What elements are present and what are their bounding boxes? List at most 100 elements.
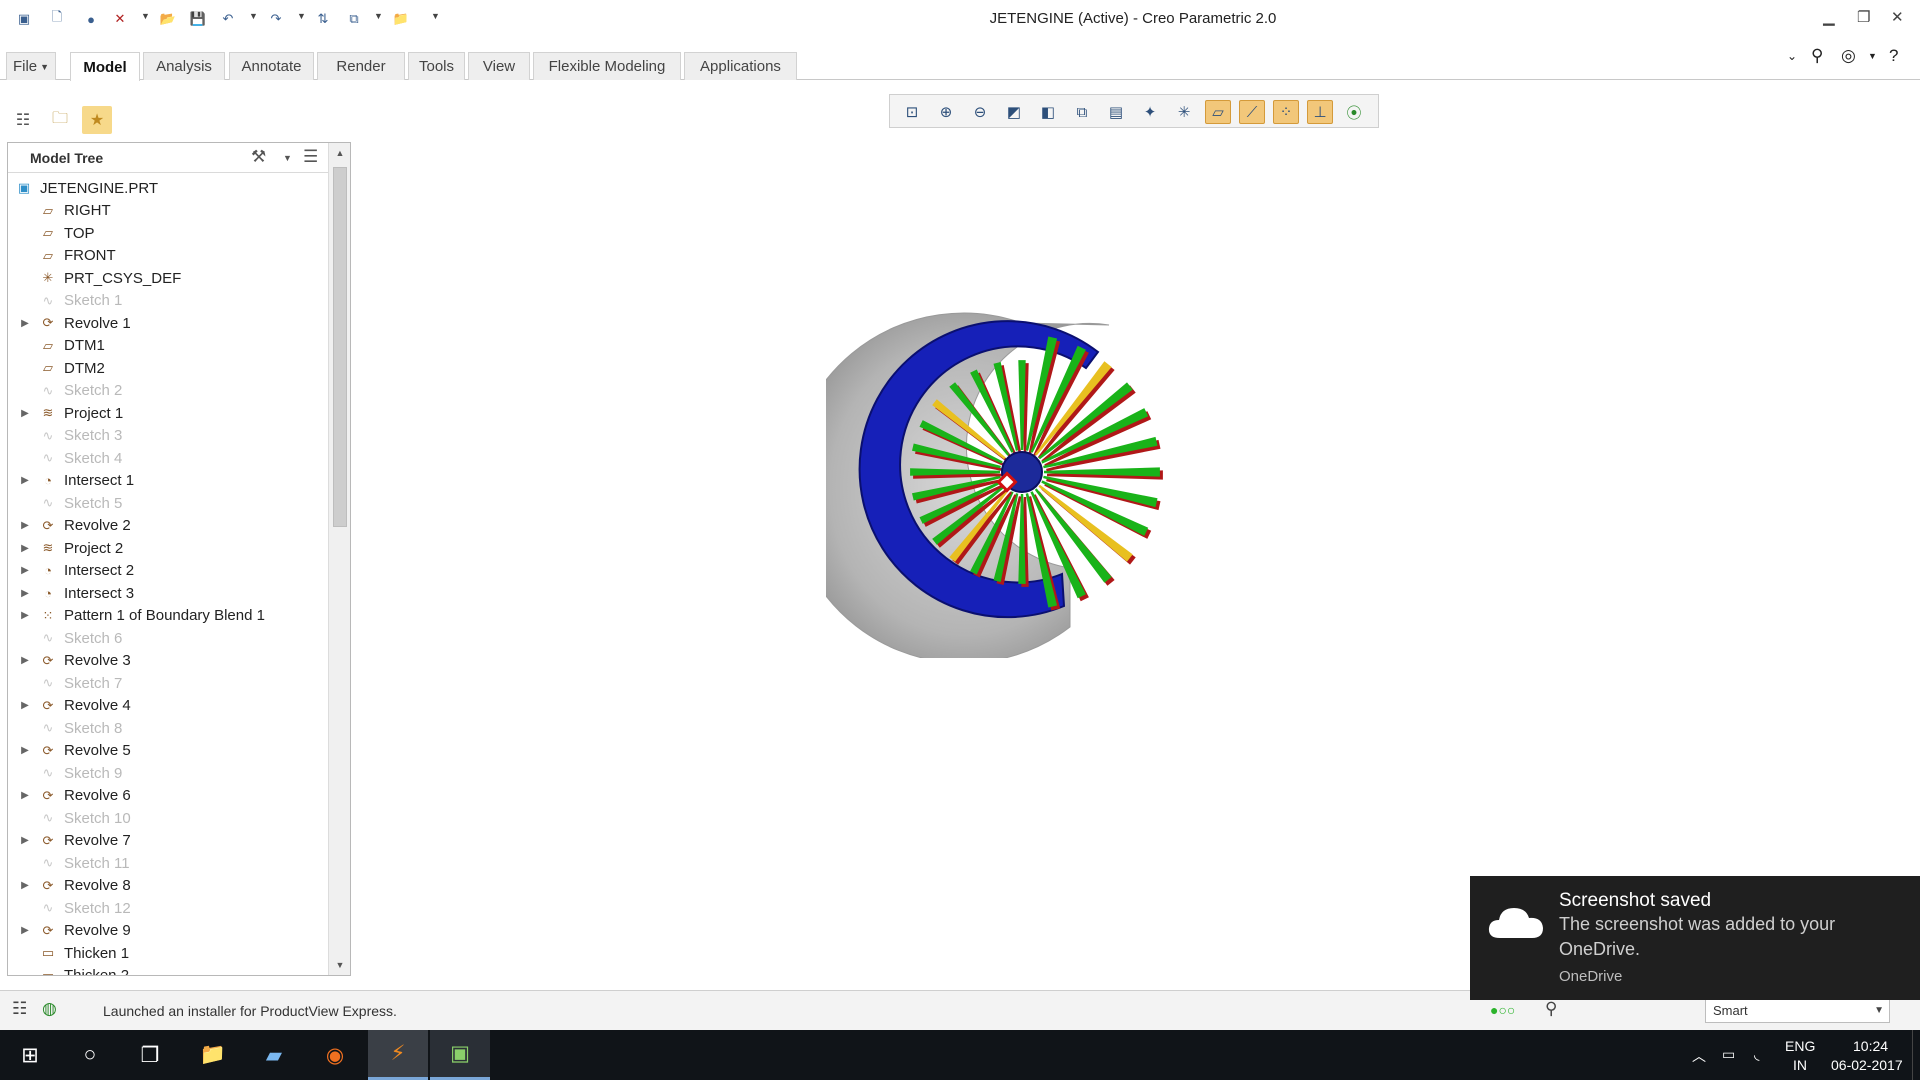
spin-center-icon[interactable]: ⦿: [1341, 100, 1367, 124]
expand-arrow-icon[interactable]: ▶: [18, 610, 32, 621]
creo-taskbar-icon[interactable]: ▣: [430, 1030, 490, 1080]
tree-item[interactable]: ∿ Sketch 6: [8, 627, 326, 650]
model-tree-tab-icon[interactable]: ☷: [8, 106, 38, 134]
settings-icon[interactable]: ⚒: [251, 147, 266, 167]
expand-arrow-icon[interactable]: ▶: [18, 700, 32, 711]
expand-arrow-icon[interactable]: ▶: [18, 745, 32, 756]
zoom-in-icon[interactable]: ⊕: [933, 100, 959, 124]
expand-arrow-icon[interactable]: ▶: [18, 655, 32, 666]
tree-item[interactable]: ▱ DTM2: [8, 357, 326, 380]
wifi-icon[interactable]: ◟: [1754, 1046, 1759, 1063]
tree-root-node[interactable]: ▣ JETENGINE.PRT: [8, 177, 326, 200]
scroll-up-icon[interactable]: ▲: [329, 143, 350, 163]
tree-scrollbar[interactable]: ▲ ▼: [328, 143, 350, 975]
tree-item[interactable]: ∿ Sketch 11: [8, 852, 326, 875]
tree-item[interactable]: ∿ Sketch 1: [8, 290, 326, 313]
tree-item[interactable]: ▶ ⟳ Revolve 3: [8, 650, 326, 673]
tree-item[interactable]: ▱ DTM1: [8, 335, 326, 358]
tab-annotate[interactable]: Annotate: [229, 52, 314, 80]
search-icon[interactable]: ⚲: [1811, 46, 1823, 66]
tree-item[interactable]: ∿ Sketch 12: [8, 897, 326, 920]
tree-item[interactable]: ▭ Thicken 1: [8, 942, 326, 965]
scroll-thumb[interactable]: [333, 167, 347, 527]
chevron-down-icon[interactable]: ▼: [1874, 1000, 1884, 1022]
tree-item[interactable]: ▱ FRONT: [8, 245, 326, 268]
expand-arrow-icon[interactable]: ▶: [18, 835, 32, 846]
tree-item[interactable]: ∿ Sketch 4: [8, 447, 326, 470]
browser-toggle-icon[interactable]: ◍: [42, 999, 57, 1019]
expand-arrow-icon[interactable]: ▶: [18, 925, 32, 936]
tab-applications[interactable]: Applications: [684, 52, 797, 80]
tree-item[interactable]: ∿ Sketch 7: [8, 672, 326, 695]
tree-item[interactable]: ▶ ⟳ Revolve 5: [8, 740, 326, 763]
tree-item[interactable]: ▶ ⁙ Pattern 1 of Boundary Blend 1: [8, 605, 326, 628]
file-menu-button[interactable]: File ▼: [6, 52, 56, 80]
zoom-out-icon[interactable]: ⊖: [967, 100, 993, 124]
expand-arrow-icon[interactable]: ▶: [18, 790, 32, 801]
clock-date[interactable]: 06-02-2017: [1831, 1057, 1903, 1073]
chevron-down-icon[interactable]: ▼: [283, 153, 292, 163]
tree-item[interactable]: ∿ Sketch 3: [8, 425, 326, 448]
navigator-toggle-icon[interactable]: ☷: [12, 999, 27, 1019]
tree-item[interactable]: ▶ ⟳ Revolve 9: [8, 920, 326, 943]
plane-display-icon[interactable]: ▱: [1205, 100, 1231, 124]
expand-arrow-icon[interactable]: ▶: [18, 475, 32, 486]
tree-item[interactable]: ▶ ⟳ Revolve 7: [8, 830, 326, 853]
tab-analysis[interactable]: Analysis: [143, 52, 225, 80]
refit-icon[interactable]: ⊡: [899, 100, 925, 124]
close-button[interactable]: ✕: [1891, 8, 1904, 26]
tree-item[interactable]: ▶ ◔ Intersect 2: [8, 560, 326, 583]
find-icon[interactable]: ⚲: [1545, 999, 1557, 1019]
display-style-icon[interactable]: ◧: [1035, 100, 1061, 124]
axis-display-icon[interactable]: ⟋: [1239, 100, 1265, 124]
expand-arrow-icon[interactable]: ▶: [18, 880, 32, 891]
chevron-down-icon[interactable]: ▼: [1868, 51, 1877, 61]
tab-model[interactable]: Model: [70, 52, 140, 81]
tree-item[interactable]: ▭ Thicken 2: [8, 965, 326, 975]
tree-item[interactable]: ▶ ◔ Intersect 3: [8, 582, 326, 605]
show-desktop-button[interactable]: [1912, 1030, 1920, 1080]
tree-item[interactable]: ▶ ≋ Project 2: [8, 537, 326, 560]
region-indicator[interactable]: IN: [1793, 1057, 1807, 1073]
scroll-down-icon[interactable]: ▼: [329, 955, 350, 975]
favorites-tab-icon[interactable]: ★: [82, 106, 112, 134]
show-columns-icon[interactable]: ☰: [303, 147, 318, 167]
battery-icon[interactable]: ▭: [1722, 1046, 1735, 1063]
folder-browser-tab-icon[interactable]: 🗀: [45, 106, 75, 134]
csys-tag-display-icon[interactable]: ⊥: [1307, 100, 1333, 124]
tree-item[interactable]: ▶ ⟳ Revolve 1: [8, 312, 326, 335]
tree-item[interactable]: ✳ PRT_CSYS_DEF: [8, 267, 326, 290]
expand-arrow-icon[interactable]: ▶: [18, 565, 32, 576]
minimize-button[interactable]: ▁: [1823, 8, 1835, 26]
tree-item[interactable]: ∿ Sketch 9: [8, 762, 326, 785]
expand-arrow-icon[interactable]: ▶: [18, 408, 32, 419]
tree-item[interactable]: ▶ ◔ Intersect 1: [8, 470, 326, 493]
community-icon[interactable]: ◎: [1841, 46, 1856, 66]
tree-item[interactable]: ▶ ⟳ Revolve 4: [8, 695, 326, 718]
tree-item[interactable]: ▶ ⟳ Revolve 2: [8, 515, 326, 538]
csys-display-icon[interactable]: ✳: [1171, 100, 1197, 124]
repaint-icon[interactable]: ◩: [1001, 100, 1027, 124]
screenshot-toast[interactable]: Screenshot saved The screenshot was adde…: [1470, 876, 1920, 1000]
tray-expand-icon[interactable]: ︿: [1692, 1046, 1706, 1066]
tree-item[interactable]: ▶ ≋ Project 1: [8, 402, 326, 425]
language-indicator[interactable]: ENG: [1785, 1038, 1815, 1054]
tree-item[interactable]: ▶ ⟳ Revolve 6: [8, 785, 326, 808]
perspective-view-icon[interactable]: ✦: [1137, 100, 1163, 124]
tree-item[interactable]: ∿ Sketch 5: [8, 492, 326, 515]
selection-filter-select[interactable]: Smart ▼: [1705, 999, 1890, 1023]
file-explorer-icon[interactable]: 📁: [183, 1030, 243, 1080]
tree-item[interactable]: ∿ Sketch 8: [8, 717, 326, 740]
clock-time[interactable]: 10:24: [1853, 1038, 1888, 1054]
pro-app-icon[interactable]: ⚡: [368, 1030, 428, 1080]
restore-button[interactable]: ❐: [1857, 8, 1870, 26]
expand-arrow-icon[interactable]: ▶: [18, 588, 32, 599]
tab-view[interactable]: View: [468, 52, 530, 80]
expand-arrow-icon[interactable]: ▶: [18, 543, 32, 554]
expand-arrow-icon[interactable]: ▶: [18, 318, 32, 329]
firefox-icon[interactable]: ◉: [305, 1030, 365, 1080]
tree-item[interactable]: ▱ RIGHT: [8, 200, 326, 223]
view-manager-icon[interactable]: ▤: [1103, 100, 1129, 124]
jet-engine-model[interactable]: [826, 288, 1182, 658]
tree-item[interactable]: ▶ ⟳ Revolve 8: [8, 875, 326, 898]
